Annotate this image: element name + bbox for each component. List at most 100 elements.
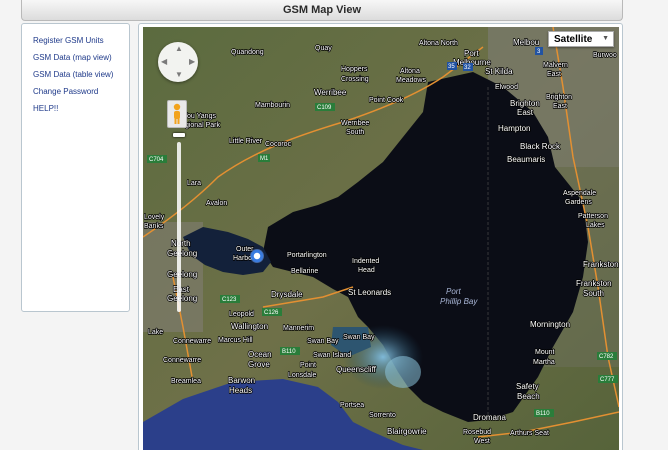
place-label: Black Rock bbox=[520, 142, 561, 151]
road-shield: 35 bbox=[447, 62, 457, 70]
place-label: Lake bbox=[148, 329, 163, 336]
svg-text:C704: C704 bbox=[149, 157, 164, 163]
place-label: Sorrento bbox=[369, 412, 396, 419]
place-label: Point Cook bbox=[369, 97, 404, 104]
place-label: Werribee bbox=[341, 120, 369, 127]
place-label: Portarlington bbox=[287, 252, 327, 259]
place-label: Malvern bbox=[543, 62, 568, 69]
place-label: Geelong bbox=[167, 294, 197, 303]
place-label: Altona bbox=[400, 68, 420, 75]
location-marker-icon[interactable] bbox=[250, 249, 264, 263]
place-label: Lara bbox=[187, 180, 201, 187]
place-label: Swan Bay bbox=[343, 334, 375, 341]
place-label: Lakes bbox=[586, 222, 605, 229]
place-label: Martha bbox=[533, 359, 555, 366]
place-label: Grove bbox=[248, 360, 270, 369]
place-label: Brighton bbox=[510, 99, 540, 108]
place-label: Cocoroc bbox=[265, 141, 292, 148]
page-header: GSM Map View bbox=[21, 0, 623, 21]
place-label: Leopold bbox=[229, 311, 254, 318]
place-label: Crossing bbox=[341, 76, 369, 83]
place-label: Barwon bbox=[228, 376, 255, 385]
place-label: Brighton bbox=[546, 94, 572, 101]
place-label: Lonsdale bbox=[288, 372, 317, 379]
place-label: St Kilda bbox=[485, 67, 513, 76]
place-label: Dromana bbox=[473, 413, 506, 422]
svg-text:B110: B110 bbox=[536, 411, 550, 417]
zoom-slider[interactable] bbox=[177, 142, 181, 312]
pan-left-icon[interactable]: ◀ bbox=[161, 58, 167, 66]
sidebar-nav: Register GSM Units GSM Data (map view) G… bbox=[21, 23, 130, 312]
place-label: Connewarre bbox=[173, 338, 211, 345]
place-label: Altona North bbox=[419, 40, 458, 47]
place-label: Bellarine bbox=[291, 268, 318, 275]
place-label: Lovely bbox=[144, 214, 165, 221]
street-view-pegman[interactable] bbox=[167, 100, 187, 128]
map-type-label: Satellite bbox=[554, 33, 593, 45]
svg-text:C109: C109 bbox=[317, 105, 332, 111]
road-shield: C777 bbox=[598, 375, 618, 383]
road-shield: M1 bbox=[258, 154, 270, 162]
road-shield: C123 bbox=[220, 295, 240, 303]
sidebar-item-gsm-data-map-view[interactable]: GSM Data (map view) bbox=[33, 54, 129, 62]
place-label: Little River bbox=[229, 138, 263, 145]
place-label: Blairgowrie bbox=[387, 427, 427, 436]
place-label: Burwoo bbox=[593, 52, 617, 59]
svg-text:C123: C123 bbox=[222, 297, 237, 303]
place-label: Melbou bbox=[513, 38, 539, 47]
place-label: Arthurs Seat bbox=[510, 430, 549, 437]
place-label: Aspendale bbox=[563, 190, 596, 197]
place-label: Heads bbox=[229, 386, 252, 395]
sidebar-item-register-gsm-units[interactable]: Register GSM Units bbox=[33, 37, 129, 45]
place-label: Point bbox=[300, 362, 316, 369]
place-label: Portsea bbox=[340, 402, 364, 409]
place-label: Meadows bbox=[396, 77, 426, 84]
pan-down-icon[interactable]: ▼ bbox=[175, 71, 183, 79]
place-label: West bbox=[474, 438, 490, 445]
bay-label: Port bbox=[446, 287, 461, 296]
chevron-down-icon: ▼ bbox=[602, 35, 609, 42]
place-label: Queenscliff bbox=[336, 365, 377, 374]
place-label: Head bbox=[358, 267, 375, 274]
pan-up-icon[interactable]: ▲ bbox=[175, 45, 183, 53]
place-label: Avalon bbox=[206, 200, 227, 207]
place-label: St Leonards bbox=[348, 288, 391, 297]
bay-shoals-inner bbox=[385, 356, 421, 388]
pan-control[interactable]: ▲ ▼ ◀ ▶ bbox=[158, 42, 198, 82]
place-label: Breamlea bbox=[171, 378, 201, 385]
road-shield: 3 bbox=[535, 47, 543, 55]
road-shield: C126 bbox=[262, 308, 282, 316]
sidebar-item-change-password[interactable]: Change Password bbox=[33, 88, 129, 96]
place-label: Rosebud bbox=[463, 429, 491, 436]
pan-right-icon[interactable]: ▶ bbox=[189, 58, 195, 66]
road-shield: C109 bbox=[315, 103, 335, 111]
page-title: GSM Map View bbox=[282, 4, 362, 16]
place-label: Hoppers bbox=[341, 66, 368, 73]
sidebar-item-help[interactable]: HELP!! bbox=[33, 105, 129, 113]
road-shield: B110 bbox=[280, 347, 300, 355]
bay-label: Phillip Bay bbox=[440, 297, 478, 306]
sidebar-item-gsm-data-table-view[interactable]: GSM Data (table view) bbox=[33, 71, 129, 79]
svg-text:C126: C126 bbox=[264, 310, 279, 316]
place-label: Swan Bay bbox=[307, 338, 339, 345]
map-type-select[interactable]: Satellite ▼ bbox=[548, 31, 614, 47]
zoom-slider-handle[interactable] bbox=[173, 133, 185, 137]
road-shield: C704 bbox=[147, 155, 167, 163]
place-label: Werribee bbox=[314, 88, 347, 97]
place-label: Marcus Hill bbox=[218, 337, 253, 344]
place-label: Mambourin bbox=[255, 102, 290, 109]
place-label: Beaumaris bbox=[507, 155, 545, 164]
satellite-map[interactable]: Quandong Quay Hoppers Crossing Altona No… bbox=[143, 27, 619, 450]
svg-text:B110: B110 bbox=[282, 349, 296, 355]
place-label: Banks bbox=[144, 223, 164, 230]
road-shield: B110 bbox=[534, 409, 554, 417]
place-label: Elwood bbox=[495, 84, 518, 91]
place-label: Drysdale bbox=[271, 290, 303, 299]
place-label: Gardens bbox=[565, 199, 592, 206]
road-shield: 32 bbox=[463, 63, 473, 71]
place-label: Swan Island bbox=[313, 352, 351, 359]
place-label: South bbox=[346, 129, 364, 136]
svg-text:32: 32 bbox=[464, 65, 471, 71]
place-label: Beach bbox=[517, 392, 540, 401]
place-label: Geelong bbox=[167, 270, 197, 279]
